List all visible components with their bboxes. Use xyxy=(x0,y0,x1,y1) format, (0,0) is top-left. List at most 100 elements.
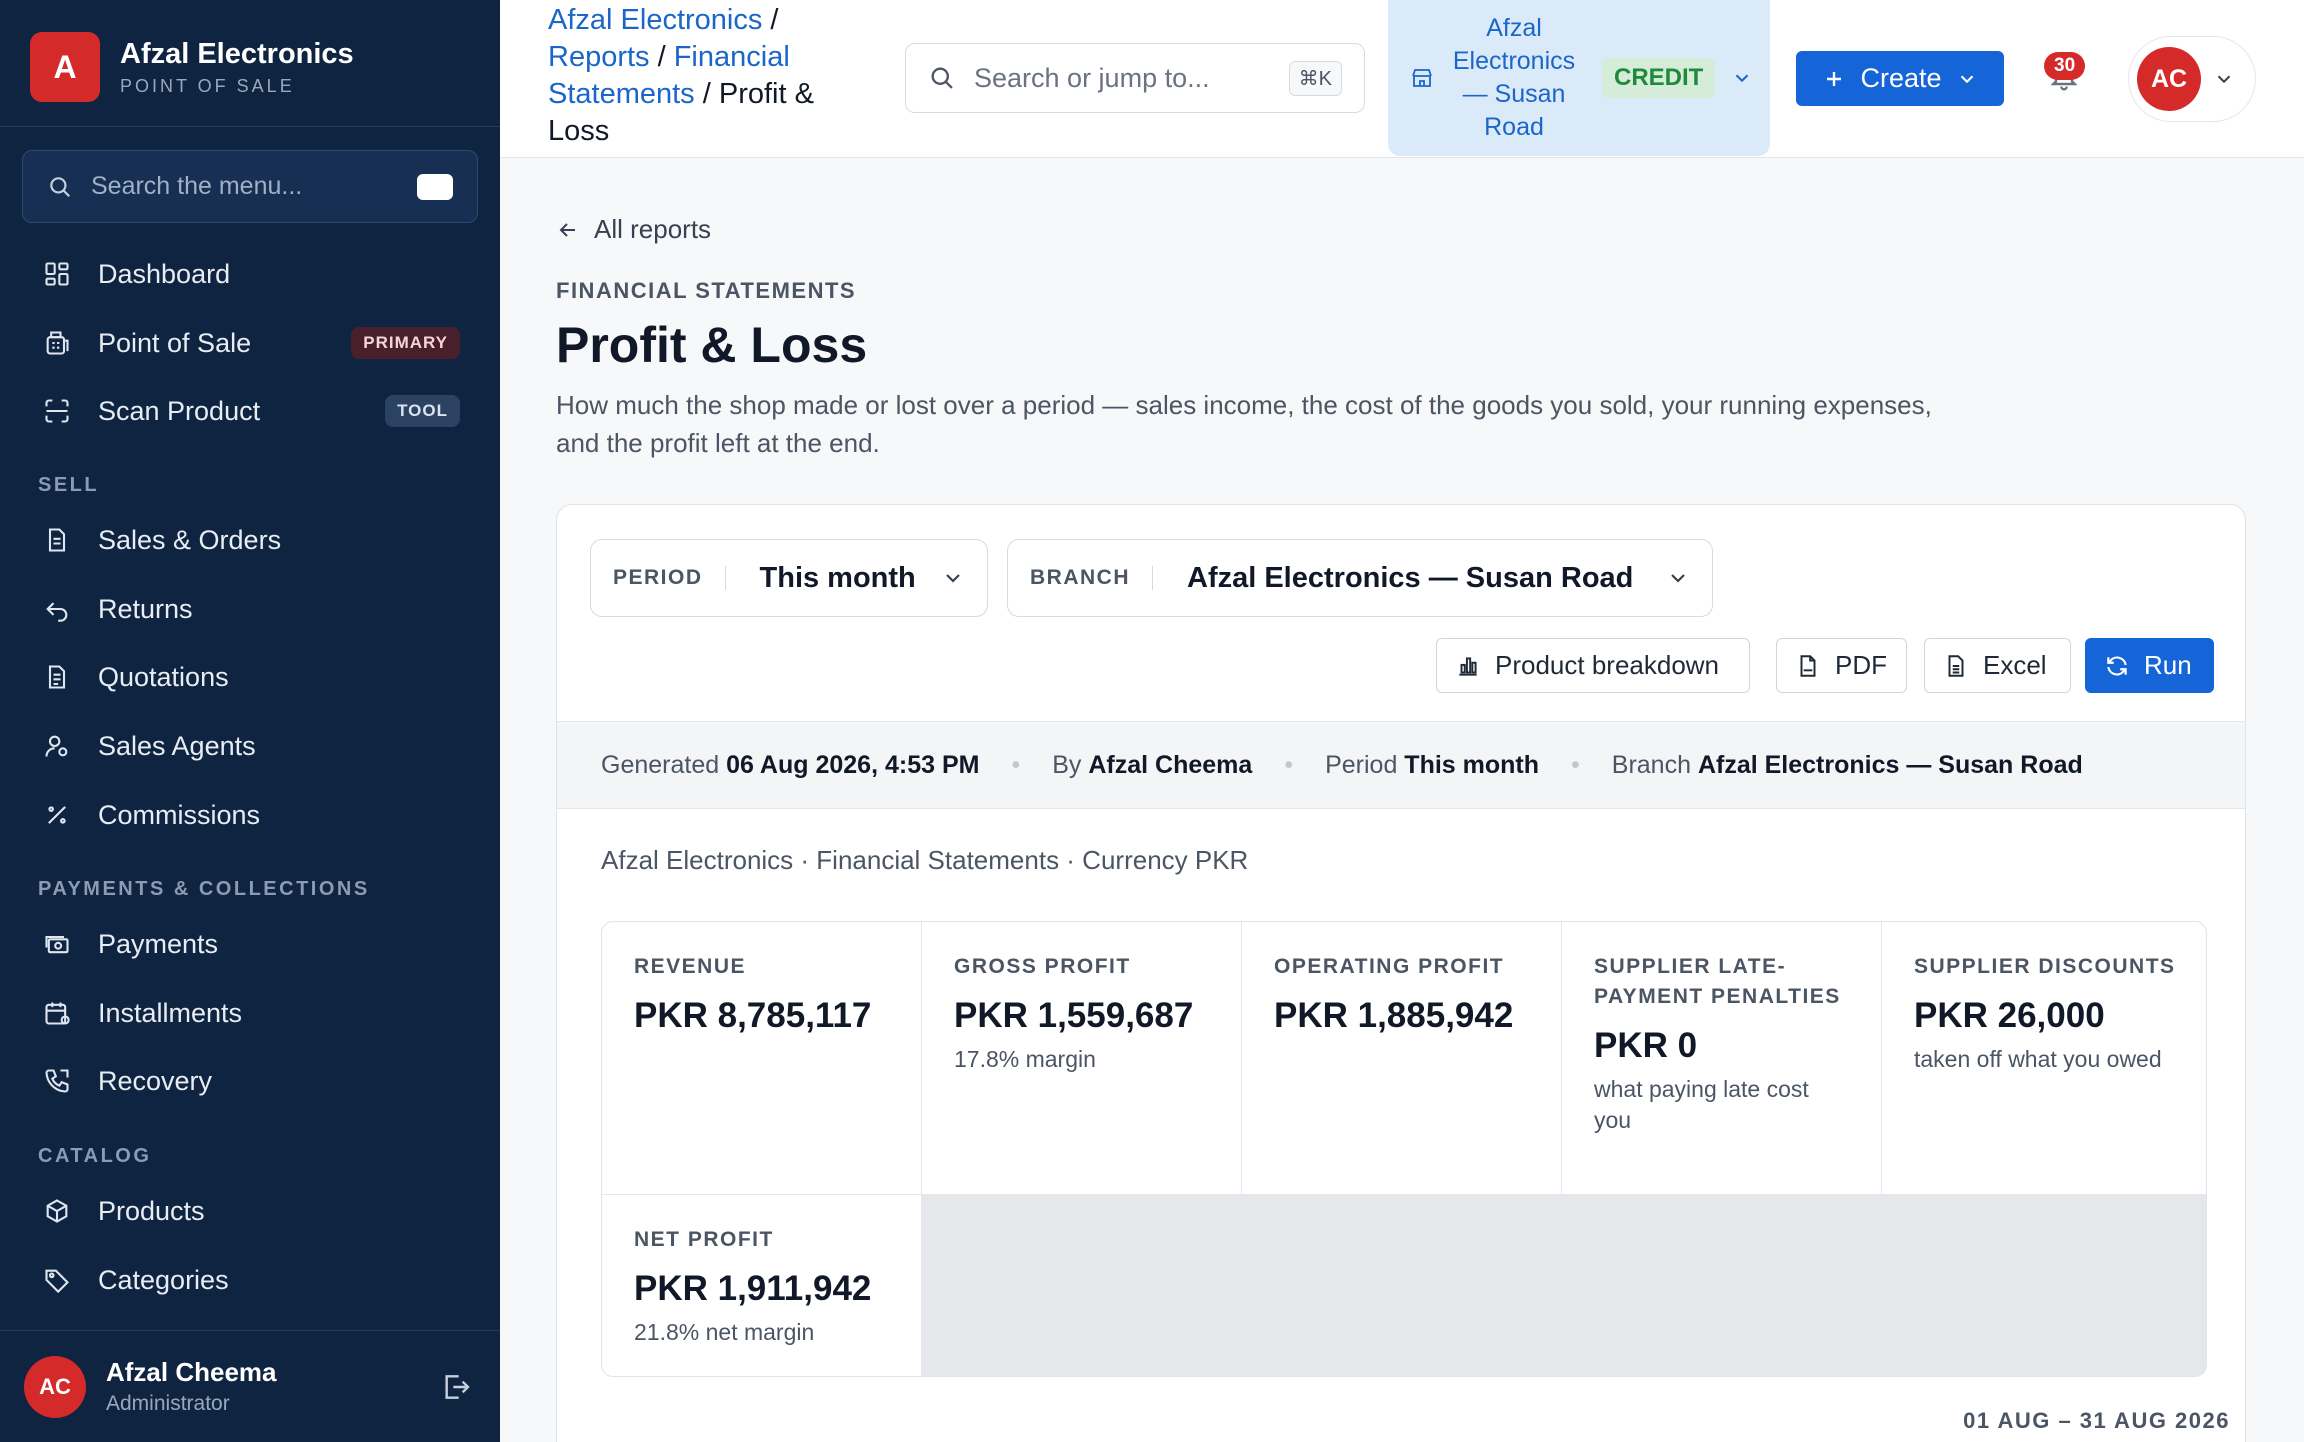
breadcrumb-link-reports[interactable]: Reports xyxy=(548,41,650,73)
sidebar-item-recovery[interactable]: Recovery xyxy=(22,1051,478,1111)
sidebar-item-payments[interactable]: Payments xyxy=(22,914,478,974)
period-meta: Period This month xyxy=(1325,750,1540,779)
period-label: PERIOD xyxy=(613,566,726,590)
back-to-reports-link[interactable]: All reports xyxy=(556,214,711,245)
back-label: All reports xyxy=(594,214,712,244)
pos-icon xyxy=(40,326,74,360)
page-kicker: FINANCIAL STATEMENTS xyxy=(556,278,857,303)
main-content: All reports FINANCIAL STATEMENTS Profit … xyxy=(500,158,2304,1442)
chevron-down-icon xyxy=(2213,68,2235,90)
product-breakdown-label: Product breakdown xyxy=(1495,650,1720,680)
logout-icon[interactable] xyxy=(440,1371,472,1403)
tool-badge: TOOL xyxy=(385,395,460,427)
user-name: Afzal Cheema xyxy=(106,1357,277,1387)
search-icon xyxy=(47,174,73,200)
account-menu[interactable]: AC xyxy=(2128,36,2256,122)
report-date-range: 01 AUG – 31 AUG 2026 xyxy=(1963,1408,2230,1433)
chevron-down-icon xyxy=(1666,566,1690,590)
branch-switcher[interactable]: Afzal Electronics — Susan Road CREDIT xyxy=(1388,0,1770,156)
kpi-late-payment-penalties: Supplier late-payment penalties PKR 0 wh… xyxy=(1562,922,1881,1194)
sidebar-item-scan-product[interactable]: Scan Product TOOL xyxy=(22,381,478,441)
sidebar-item-commissions[interactable]: Commissions xyxy=(22,785,478,845)
store-icon xyxy=(1410,66,1434,90)
kpi-supplier-discounts: Supplier discounts PKR 26,000 taken off … xyxy=(1882,922,2206,1194)
global-search-placeholder: Search or jump to... xyxy=(974,62,1210,93)
dashboard-icon xyxy=(40,257,74,291)
product-breakdown-button[interactable]: Product breakdown xyxy=(1436,638,1750,693)
author-meta: By Afzal Cheema xyxy=(1052,750,1253,779)
spreadsheet-icon xyxy=(1943,653,1969,679)
nav-section-catalog: CATALOG xyxy=(38,1145,152,1167)
refresh-icon xyxy=(2104,653,2130,679)
sidebar-divider xyxy=(0,126,500,127)
report-card: PERIOD This month BRANCH Afzal Electroni… xyxy=(556,504,2246,1442)
sidebar-item-returns[interactable]: Returns xyxy=(22,579,478,639)
sidebar-item-quotations[interactable]: Quotations xyxy=(22,647,478,707)
sidebar-item-products[interactable]: Products xyxy=(22,1181,478,1241)
sidebar-item-label: Payments xyxy=(98,928,219,959)
arrow-left-icon xyxy=(556,218,580,242)
branch-label: BRANCH xyxy=(1030,566,1153,590)
excel-label: Excel xyxy=(1983,650,2047,680)
agent-icon xyxy=(40,729,74,763)
sidebar-item-label: Sales Agents xyxy=(98,730,256,761)
avatar: AC xyxy=(2137,47,2201,111)
phone-icon xyxy=(40,1064,74,1098)
run-label: Run xyxy=(2144,650,2192,680)
breadcrumb-link-home[interactable]: Afzal Electronics xyxy=(548,4,762,36)
chevron-down-icon xyxy=(941,566,965,590)
page-title: Profit & Loss xyxy=(556,317,868,373)
avatar[interactable]: AC xyxy=(24,1355,86,1418)
tag-icon xyxy=(40,1263,74,1297)
box-icon xyxy=(40,1194,74,1228)
branch-meta: Branch Afzal Electronics — Susan Road xyxy=(1611,750,2083,779)
shortcut-key xyxy=(417,173,453,200)
scan-icon xyxy=(40,394,74,428)
topbar: Afzal Electronics / Reports / Financial … xyxy=(500,0,2304,158)
pdf-icon xyxy=(1795,653,1821,679)
brand[interactable]: A Afzal Electronics POINT OF SALE xyxy=(30,32,354,102)
sidebar-item-installments[interactable]: Installments xyxy=(22,983,478,1043)
kpi-operating-profit: Operating profit PKR 1,885,942 xyxy=(1242,922,1561,1194)
pdf-button[interactable]: PDF xyxy=(1776,638,1907,693)
page-description: How much the shop made or lost over a pe… xyxy=(556,390,1932,458)
sidebar-item-label: Recovery xyxy=(98,1065,213,1096)
run-button[interactable]: Run xyxy=(2085,638,2214,693)
notification-count: 30 xyxy=(2044,52,2086,80)
bar-chart-icon xyxy=(1455,653,1481,679)
create-label: Create xyxy=(1860,63,1942,93)
return-icon xyxy=(40,592,74,626)
sidebar-item-sales-orders[interactable]: Sales & Orders xyxy=(22,510,478,570)
branch-value: Afzal Electronics — Susan Road xyxy=(1187,561,1634,594)
brand-subtitle: POINT OF SALE xyxy=(120,75,295,96)
sidebar-item-label: Scan Product xyxy=(98,395,261,426)
sidebar-user: AC Afzal Cheema Administrator xyxy=(0,1330,500,1442)
sidebar-item-categories[interactable]: Categories xyxy=(22,1250,478,1310)
global-search-input[interactable]: Search or jump to... ⌘K xyxy=(905,43,1365,113)
sidebar-item-label: Categories xyxy=(98,1264,229,1295)
brand-name: Afzal Electronics xyxy=(120,37,354,70)
quote-icon xyxy=(40,660,74,694)
excel-button[interactable]: Excel xyxy=(1924,638,2071,693)
menu-search-placeholder: Search the menu... xyxy=(91,172,303,200)
create-button[interactable]: Create xyxy=(1796,51,2004,106)
calendar-icon xyxy=(40,996,74,1030)
branch-select[interactable]: BRANCH Afzal Electronics — Susan Road xyxy=(1007,539,1713,617)
period-select[interactable]: PERIOD This month xyxy=(590,539,988,617)
user-role: Administrator xyxy=(106,1392,230,1415)
sidebar-item-sales-agents[interactable]: Sales Agents xyxy=(22,716,478,776)
menu-search-input[interactable]: Search the menu... xyxy=(22,150,478,223)
plus-icon xyxy=(1822,67,1846,91)
sidebar-item-label: Dashboard xyxy=(98,258,231,289)
pdf-label: PDF xyxy=(1835,650,1887,680)
sidebar-item-label: Commissions xyxy=(98,799,261,830)
sidebar-item-point-of-sale[interactable]: Point of Sale PRIMARY xyxy=(22,313,478,373)
credit-badge: CREDIT xyxy=(1602,58,1716,98)
sidebar-item-dashboard[interactable]: Dashboard xyxy=(22,244,478,304)
sidebar-item-label: Sales & Orders xyxy=(98,524,282,555)
kpi-grid: Revenue PKR 8,785,117 Gross profit PKR 1… xyxy=(601,921,2207,1377)
percent-icon xyxy=(40,798,74,832)
sidebar-item-label: Products xyxy=(98,1195,205,1226)
report-context: Afzal Electronics · Financial Statements… xyxy=(601,845,1249,875)
brand-logo: A xyxy=(30,32,100,102)
